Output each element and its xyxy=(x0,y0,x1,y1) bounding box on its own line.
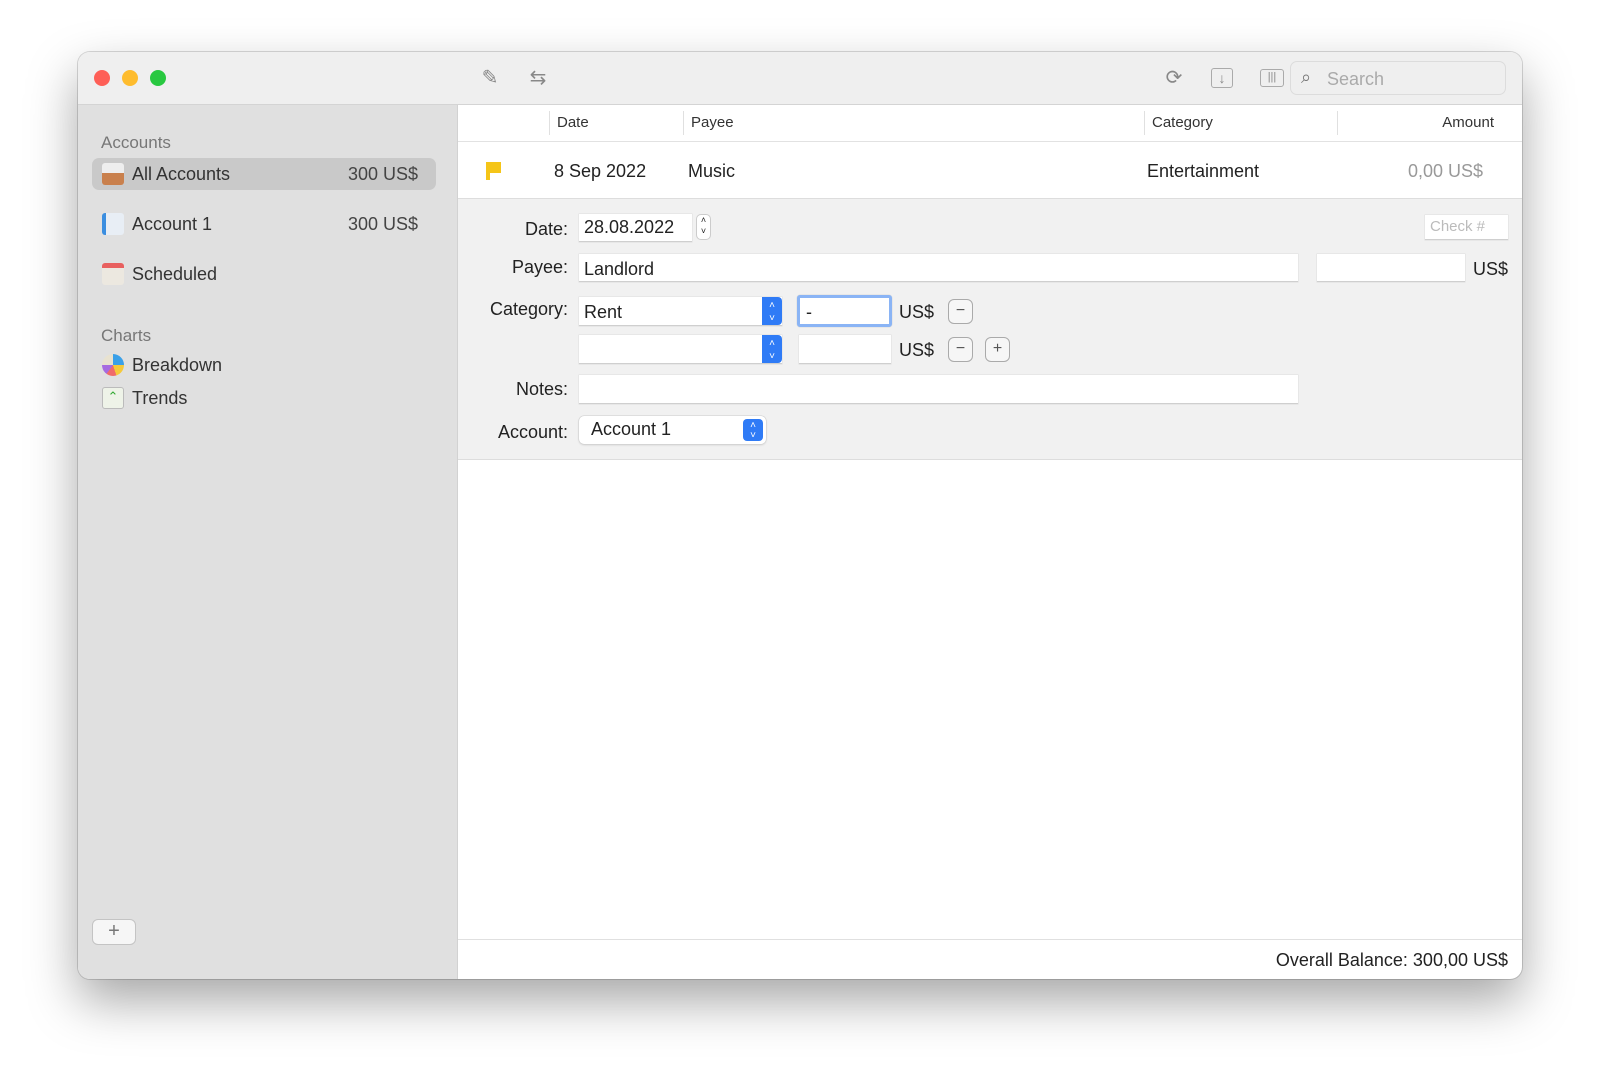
payee-label: Payee: xyxy=(511,257,568,277)
amount-field[interactable] xyxy=(1317,254,1465,282)
sidebar-item-breakdown[interactable]: Breakdown xyxy=(92,349,436,381)
compose-icon[interactable]: ✎ xyxy=(478,66,502,90)
column-separator xyxy=(1144,111,1145,135)
column-amount[interactable]: Amount xyxy=(1442,114,1494,131)
pie-chart-icon xyxy=(102,354,124,376)
app-window: ✎ ⇆ ⟳ ↓ ||| ⌕ Search Accounts All Accoun… xyxy=(78,52,1522,979)
transaction-editor: Date: 28.08.2022 ˄ ˅ Check # Payee: Landl… xyxy=(458,199,1522,460)
column-payee[interactable]: Payee xyxy=(691,114,734,131)
cell-category: Entertainment xyxy=(1147,161,1260,181)
category-select-2[interactable]: ˄ ˅ xyxy=(579,335,782,364)
minimize-button[interactable] xyxy=(122,70,138,86)
sidebar-item-all-accounts[interactable]: All Accounts 300 US$ xyxy=(92,158,436,190)
transfer-icon[interactable]: ⇆ xyxy=(526,66,550,90)
remove-split-button[interactable]: − xyxy=(948,337,973,362)
table-header: Date Payee Category Amount xyxy=(458,105,1522,142)
split-amount-field-focused[interactable]: - xyxy=(797,295,892,327)
sidebar-item-label: Breakdown xyxy=(132,355,223,375)
sidebar-item-account-1[interactable]: Account 1 300 US$ xyxy=(92,208,436,240)
search-input[interactable]: ⌕ Search xyxy=(1290,61,1506,95)
chevron-updown-icon: ˄ ˅ xyxy=(762,297,782,325)
category-label: Category: xyxy=(489,299,568,319)
category-value: Rent xyxy=(584,302,623,322)
import-icon[interactable]: ↓ xyxy=(1211,68,1233,88)
column-category[interactable]: Category xyxy=(1152,114,1213,131)
category-select[interactable]: Rent ˄ ˅ xyxy=(579,297,782,326)
payee-field[interactable]: Landlord xyxy=(579,254,1298,282)
sidebar-item-label: All Accounts xyxy=(132,164,231,184)
add-split-button[interactable]: + xyxy=(985,337,1010,362)
sidebar-item-trends[interactable]: ⌃ Trends xyxy=(92,382,436,414)
currency-label: US$ xyxy=(1473,259,1509,279)
notes-field[interactable] xyxy=(579,375,1298,404)
date-label: Date: xyxy=(524,219,568,239)
sidebar: Accounts All Accounts 300 US$ Account 1 … xyxy=(78,105,458,979)
ledger-pencil-icon xyxy=(102,213,124,235)
search-icon: ⌕ xyxy=(1301,67,1312,87)
currency-label: US$ xyxy=(899,302,935,322)
overall-balance: Overall Balance: 300,00 US$ xyxy=(1275,950,1508,970)
sync-icon[interactable]: ⟳ xyxy=(1162,66,1186,90)
chevron-updown-icon: ˄ ˅ xyxy=(762,335,782,363)
sidebar-item-value: 300 US$ xyxy=(347,164,418,184)
date-field[interactable]: 28.08.2022 xyxy=(579,214,692,242)
column-separator xyxy=(549,111,550,135)
add-account-button[interactable]: + xyxy=(92,919,136,945)
columns-icon[interactable]: ||| xyxy=(1260,69,1284,87)
zoom-button[interactable] xyxy=(150,70,166,86)
sidebar-item-value: 300 US$ xyxy=(347,214,418,234)
account-popup[interactable]: Account 1 ˄ ˅ xyxy=(579,416,766,444)
check-number-field[interactable]: Check # xyxy=(1425,215,1508,240)
calendar-icon xyxy=(102,263,124,285)
cell-date: 8 Sep 2022 xyxy=(554,161,647,181)
sidebar-item-label: Trends xyxy=(132,388,188,408)
table-row[interactable]: 8 Sep 2022 Music Entertainment 0,00 US$ xyxy=(458,142,1522,199)
sidebar-item-label: Account 1 xyxy=(132,214,213,234)
toolbar: ✎ ⇆ ⟳ ↓ ||| ⌕ Search xyxy=(78,52,1522,105)
search-placeholder: Search xyxy=(1327,69,1385,89)
column-separator xyxy=(1337,111,1338,135)
split-amount-field-2[interactable] xyxy=(799,335,891,364)
account-value: Account 1 xyxy=(591,419,672,439)
column-separator xyxy=(683,111,684,135)
column-date[interactable]: Date xyxy=(557,114,589,131)
currency-label: US$ xyxy=(899,340,935,360)
cell-payee: Music xyxy=(688,161,736,181)
remove-split-button[interactable]: − xyxy=(948,299,973,324)
accounts-header: Accounts xyxy=(101,133,171,152)
close-button[interactable] xyxy=(94,70,110,86)
account-label: Account: xyxy=(497,422,568,442)
line-chart-icon: ⌃ xyxy=(102,387,124,409)
charts-header: Charts xyxy=(101,326,152,345)
notes-label: Notes: xyxy=(515,379,568,399)
sidebar-item-label: Scheduled xyxy=(132,264,218,284)
date-stepper[interactable]: ˄ ˅ xyxy=(696,214,711,240)
inbox-tray-icon xyxy=(102,163,124,185)
cell-amount: 0,00 US$ xyxy=(1407,161,1483,181)
yellow-flag-icon[interactable] xyxy=(486,162,501,180)
status-bar: Overall Balance: 300,00 US$ xyxy=(458,939,1522,979)
chevron-updown-icon: ˄ ˅ xyxy=(743,419,763,441)
sidebar-item-scheduled[interactable]: Scheduled xyxy=(92,258,436,290)
